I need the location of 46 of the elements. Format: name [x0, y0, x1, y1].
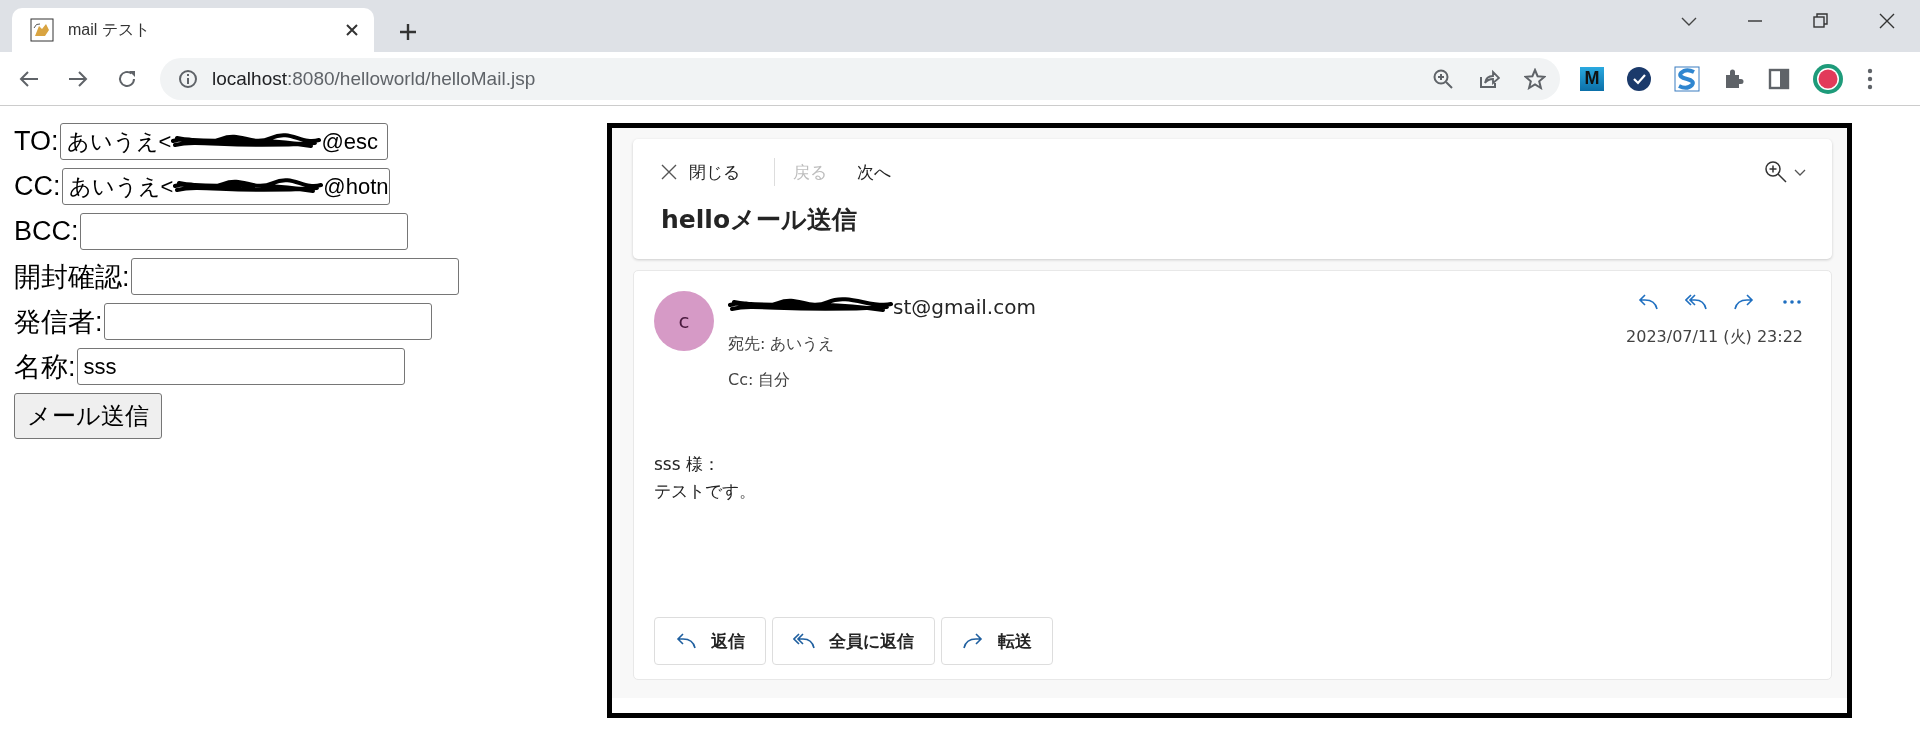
body-text: sss 様：: [654, 453, 721, 476]
forward-button[interactable]: 転送: [941, 617, 1053, 665]
swoosh-icon[interactable]: [1674, 65, 1700, 92]
sender-address: st@gmail.com: [728, 291, 1612, 323]
sender-avatar: c: [654, 291, 714, 351]
zoom-in-icon[interactable]: [1432, 67, 1454, 90]
input-field[interactable]: [79, 213, 408, 250]
input-field[interactable]: [130, 258, 459, 295]
input-field[interactable]: あいうえ< @esc: [59, 123, 388, 160]
url-text: localhost:8080/helloworld/helloMail.jsp: [212, 67, 537, 90]
field-label: 名称:: [14, 350, 76, 384]
send-button[interactable]: メール送信: [14, 393, 162, 439]
field-label: 開封確認:: [14, 260, 130, 294]
subject-title: helloメール送信: [661, 204, 859, 236]
reply-all-button[interactable]: 全員に返信: [772, 617, 935, 665]
browser-tab[interactable]: mail テスト: [12, 8, 374, 52]
restore-icon[interactable]: [1812, 12, 1830, 30]
new-tab-icon[interactable]: [398, 22, 418, 42]
more-menu-icon[interactable]: [1866, 66, 1874, 91]
close-icon: [661, 164, 677, 180]
sent-date: 2023/07/11 (火) 23:22: [1626, 327, 1803, 348]
close-icon[interactable]: [1878, 12, 1896, 30]
close-icon[interactable]: [344, 22, 360, 38]
field-label: TO:: [14, 126, 59, 157]
info-icon: [178, 68, 198, 89]
input-field[interactable]: sss: [76, 348, 405, 385]
reply-button[interactable]: 返信: [654, 617, 766, 665]
input-field[interactable]: あいうえ< @hotn: [61, 168, 390, 205]
recipient-line: 宛先: あいうえ: [728, 332, 836, 355]
cc-line: Cc: 自分: [728, 368, 792, 391]
check-icon[interactable]: [1626, 65, 1652, 92]
share-icon[interactable]: [1478, 67, 1500, 90]
body-text: テストです。: [654, 480, 757, 503]
profile-avatar-icon[interactable]: [1812, 62, 1844, 95]
address-bar[interactable]: localhost:8080/helloworld/helloMail.jsp: [160, 57, 1560, 100]
field-label: 発信者:: [14, 305, 103, 339]
close-button[interactable]: 閉じる: [661, 160, 740, 184]
field-label: CC:: [14, 171, 61, 202]
extension-button[interactable]: M: [1580, 66, 1604, 91]
next-button[interactable]: 次へ: [857, 160, 891, 184]
field-label: BCC:: [14, 216, 79, 247]
input-field[interactable]: [103, 303, 432, 340]
tab-title: mail テスト: [68, 19, 151, 40]
zoom-in-icon[interactable]: [1764, 160, 1788, 184]
sidebar-icon[interactable]: [1768, 67, 1790, 90]
star-icon[interactable]: [1524, 67, 1546, 90]
